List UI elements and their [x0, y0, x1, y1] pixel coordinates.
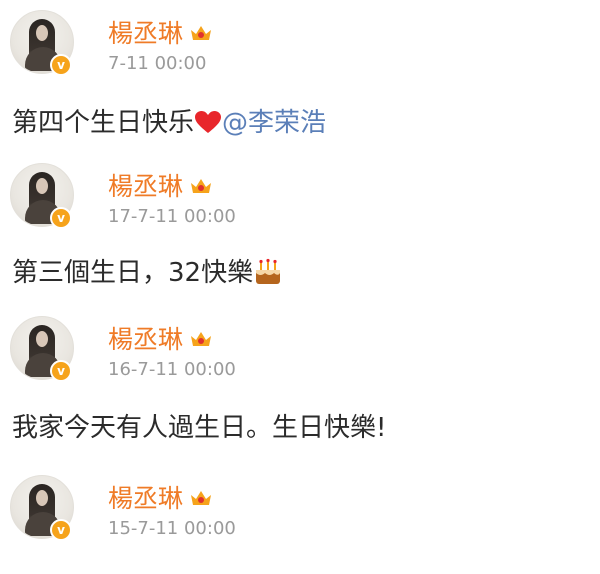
- post-timestamp: 16-7-11 00:00: [108, 359, 236, 380]
- post-timestamp: 17-7-11 00:00: [108, 206, 236, 227]
- author-name-label: 楊丞琳: [108, 484, 184, 513]
- author-name[interactable]: 楊丞琳: [108, 320, 213, 356]
- cake-icon: [256, 258, 281, 284]
- post-text-body: 第四个生日快乐: [12, 108, 195, 138]
- post-timestamp: 15-7-11 00:00: [108, 518, 236, 539]
- author-name[interactable]: 楊丞琳: [108, 14, 213, 50]
- author-name[interactable]: 楊丞琳: [108, 167, 213, 203]
- crown-icon: [191, 179, 212, 193]
- post-text-body: 我家今天有人過生日。生日快樂!: [12, 413, 387, 443]
- author-name-label: 楊丞琳: [108, 19, 184, 48]
- author-name-label: 楊丞琳: [108, 325, 184, 354]
- user-mention-link[interactable]: @李荣浩: [222, 108, 326, 138]
- post-text: 第四个生日快乐 @李荣浩: [12, 102, 326, 139]
- verified-badge-icon: v: [50, 207, 72, 229]
- author-name-label: 楊丞琳: [108, 172, 184, 201]
- crown-icon: [191, 332, 212, 346]
- crown-icon: [191, 491, 212, 505]
- heart-icon: [195, 110, 222, 133]
- post-text-body: 第三個生日，32快樂: [12, 258, 254, 288]
- post-text: 第三個生日，32快樂: [12, 252, 283, 289]
- author-name[interactable]: 楊丞琳: [108, 479, 213, 515]
- verified-badge-icon: v: [50, 519, 72, 541]
- crown-icon: [191, 26, 212, 40]
- verified-badge-icon: v: [50, 54, 72, 76]
- verified-badge-icon: v: [50, 360, 72, 382]
- post-timestamp: 7-11 00:00: [108, 53, 207, 74]
- post-text: 我家今天有人過生日。生日快樂!: [12, 407, 386, 444]
